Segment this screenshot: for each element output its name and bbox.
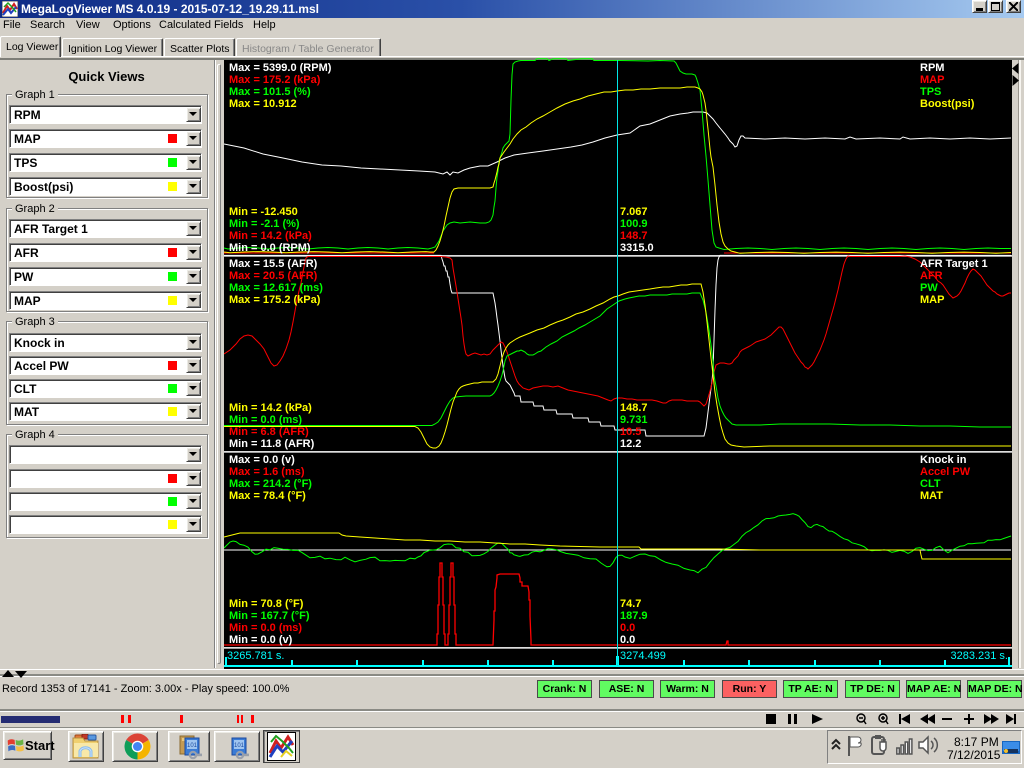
svg-text:AFR: AFR	[920, 270, 943, 282]
svg-text:MAP: MAP	[920, 294, 944, 306]
svg-text:Min = 6.8 (AFR): Min = 6.8 (AFR)	[229, 426, 309, 438]
svg-text:Max = 5399.0 (RPM): Max = 5399.0 (RPM)	[229, 62, 332, 74]
svg-text:MAT: MAT	[920, 490, 943, 502]
svg-text:MAP: MAP	[920, 74, 944, 86]
svg-text:Knock in: Knock in	[920, 454, 967, 466]
svg-text:PW: PW	[920, 282, 938, 294]
svg-text:Max = 15.5 (AFR): Max = 15.5 (AFR)	[229, 258, 318, 270]
svg-text:148.7: 148.7	[620, 230, 648, 242]
svg-text:Accel PW: Accel PW	[920, 466, 971, 478]
svg-text:3265.781 s.: 3265.781 s.	[227, 650, 285, 662]
svg-text:100.9: 100.9	[620, 218, 648, 230]
svg-text:Max = 20.5 (AFR): Max = 20.5 (AFR)	[229, 270, 318, 282]
svg-text:Min = 11.8 (AFR): Min = 11.8 (AFR)	[229, 438, 315, 450]
svg-text:Max = 101.5 (%): Max = 101.5 (%)	[229, 86, 311, 98]
svg-text:Boost(psi): Boost(psi)	[920, 98, 975, 110]
svg-text:12.2: 12.2	[620, 438, 641, 450]
svg-text:Min = -2.1 (%): Min = -2.1 (%)	[229, 218, 300, 230]
svg-text:Max = 78.4 (°F): Max = 78.4 (°F)	[229, 490, 306, 502]
svg-text:148.7: 148.7	[620, 402, 648, 414]
svg-text:Min = 14.2 (kPa): Min = 14.2 (kPa)	[229, 402, 312, 414]
svg-text:Max = 214.2 (°F): Max = 214.2 (°F)	[229, 478, 312, 490]
svg-text:RPM: RPM	[920, 62, 944, 74]
svg-text:Max = 175.2 (kPa): Max = 175.2 (kPa)	[229, 74, 321, 86]
svg-text:7.067: 7.067	[620, 206, 648, 218]
svg-text:3274.499: 3274.499	[620, 650, 666, 662]
svg-text:3283.231 s.: 3283.231 s.	[951, 650, 1009, 662]
svg-text:9.731: 9.731	[620, 414, 648, 426]
svg-text:Min = 70.8 (°F): Min = 70.8 (°F)	[229, 598, 304, 610]
svg-text:Max = 0.0 (v): Max = 0.0 (v)	[229, 454, 295, 466]
svg-text:3315.0: 3315.0	[620, 242, 654, 254]
svg-text:74.7: 74.7	[620, 598, 641, 610]
svg-text:Min = 0.0 (RPM): Min = 0.0 (RPM)	[229, 242, 311, 254]
svg-text:Max = 1.6 (ms): Max = 1.6 (ms)	[229, 466, 305, 478]
svg-text:101: 101	[234, 743, 245, 749]
svg-text:Max = 10.912: Max = 10.912	[229, 98, 297, 110]
svg-text:187.9: 187.9	[620, 610, 648, 622]
svg-text:0.0: 0.0	[620, 622, 635, 634]
svg-text:Min = 0.0 (ms): Min = 0.0 (ms)	[229, 414, 302, 426]
svg-text:CLT: CLT	[920, 478, 941, 490]
svg-text:TPS: TPS	[920, 86, 941, 98]
svg-text:Max = 175.2 (kPa): Max = 175.2 (kPa)	[229, 294, 321, 306]
svg-text:Min = 0.0 (v): Min = 0.0 (v)	[229, 634, 293, 646]
svg-text:0.0: 0.0	[620, 634, 635, 646]
svg-text:AFR Target 1: AFR Target 1	[920, 258, 988, 270]
svg-text:101: 101	[187, 743, 198, 749]
svg-text:Max = 12.617 (ms): Max = 12.617 (ms)	[229, 282, 323, 294]
svg-text:10.5: 10.5	[620, 426, 641, 438]
svg-text:Min = -12.450: Min = -12.450	[229, 206, 298, 218]
svg-text:Min = 167.7 (°F): Min = 167.7 (°F)	[229, 610, 310, 622]
svg-text:Min = 0.0 (ms): Min = 0.0 (ms)	[229, 622, 302, 634]
svg-text:Min = 14.2 (kPa): Min = 14.2 (kPa)	[229, 230, 312, 242]
